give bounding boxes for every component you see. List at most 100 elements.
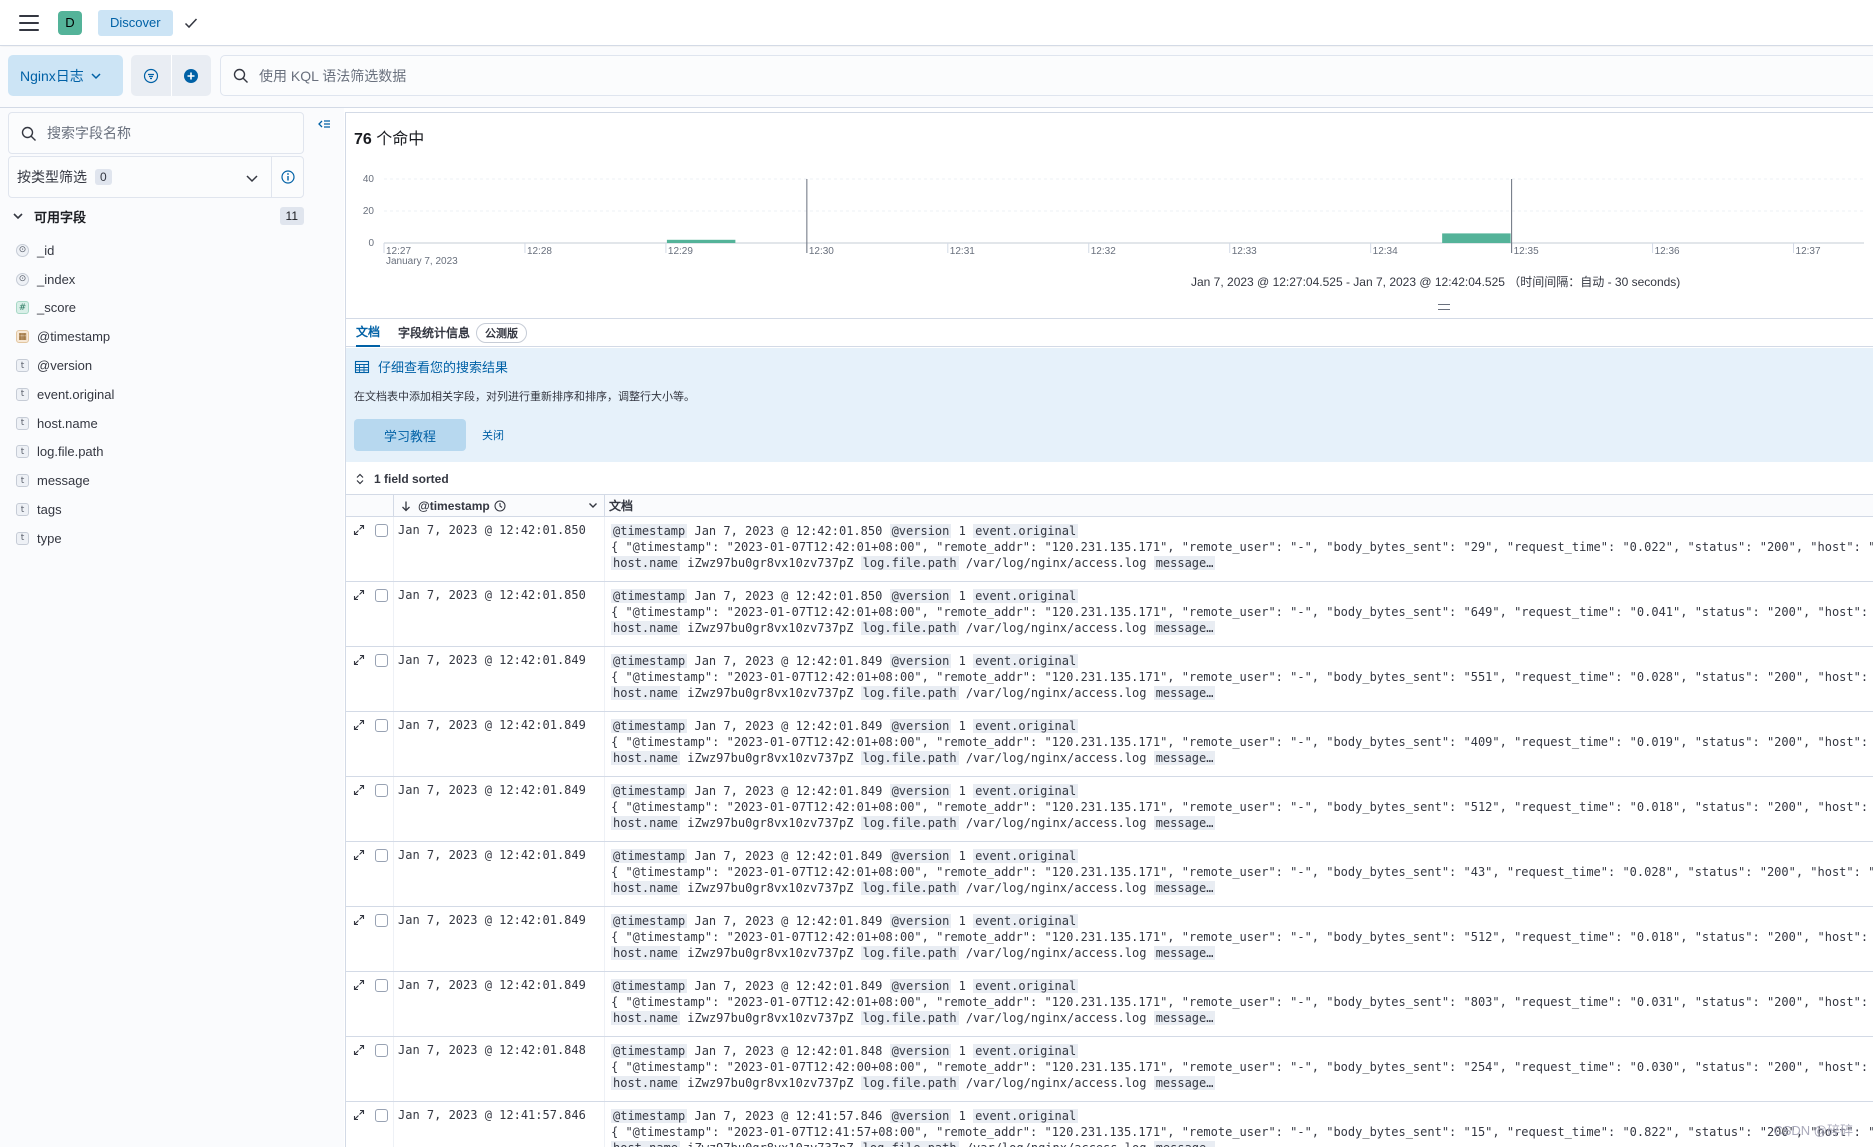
table-row[interactable]: Jan 7, 2023 @ 12:42:01.849 @timestamp Jan… xyxy=(346,842,1873,907)
field-value: /var/log/nginx/access.log xyxy=(965,1076,1147,1091)
expand-icon[interactable] xyxy=(353,1044,365,1056)
histogram-chart[interactable]: 4020012:27 12:28 12:29 12:30 12:31 12:32 12:33… xyxy=(346,153,1873,293)
row-checkbox[interactable] xyxy=(375,524,388,537)
field-item[interactable]: t host.name xyxy=(16,409,306,438)
row-timestamp: Jan 7, 2023 @ 12:42:01.848 xyxy=(394,1037,605,1101)
field-value: Jan 7, 2023 @ 12:42:01.849 xyxy=(694,979,883,993)
field-key: @version xyxy=(889,784,952,798)
chevron-down-icon[interactable] xyxy=(588,500,598,510)
field-key: host.name xyxy=(611,816,681,831)
field-key: host.name xyxy=(611,621,681,636)
row-checkbox[interactable] xyxy=(375,914,388,927)
column-header-timestamp[interactable]: @timestamp xyxy=(394,495,605,516)
column-header-document[interactable]: 文档 xyxy=(605,495,1873,516)
table-row[interactable]: Jan 7, 2023 @ 12:42:01.848 @timestamp Jan… xyxy=(346,1037,1873,1102)
field-item[interactable]: ⊙ _index xyxy=(16,265,306,294)
row-checkbox[interactable] xyxy=(375,979,388,992)
breadcrumb-discover[interactable]: Discover xyxy=(98,9,173,36)
row-checkbox[interactable] xyxy=(375,849,388,862)
field-value: { "@timestamp": "2023-01-07T12:42:01+08:… xyxy=(611,800,1873,815)
field-item[interactable]: t @version xyxy=(16,351,306,380)
table-row[interactable]: Jan 7, 2023 @ 12:42:01.849 @timestamp Jan… xyxy=(346,647,1873,712)
field-key: log.file.path xyxy=(860,881,959,896)
field-value: Jan 7, 2023 @ 12:42:01.849 xyxy=(694,654,883,668)
field-value: iZwz97bu0gr8vx10zv737pZ xyxy=(687,816,854,831)
field-value: iZwz97bu0gr8vx10zv737pZ xyxy=(687,1141,853,1147)
field-value: iZwz97bu0gr8vx10zv737pZ xyxy=(687,881,854,896)
expand-icon[interactable] xyxy=(353,524,365,536)
field-item[interactable]: t type xyxy=(16,524,306,553)
field-key: @version xyxy=(889,914,952,928)
field-search-input[interactable]: 搜索字段名称 xyxy=(8,112,304,154)
add-filter-button[interactable] xyxy=(170,55,212,96)
field-item[interactable]: ▦ @timestamp xyxy=(16,322,306,351)
table-row[interactable]: Jan 7, 2023 @ 12:42:01.849 @timestamp Jan… xyxy=(346,777,1873,842)
filter-menu-button[interactable] xyxy=(131,55,171,96)
field-value: 1 xyxy=(958,914,966,928)
x-tick-label: 12:33 xyxy=(1232,246,1257,257)
field-value: { "@timestamp": "2023-01-07T12:42:01+08:… xyxy=(611,540,1873,555)
info-button[interactable] xyxy=(271,157,303,197)
row-controls xyxy=(346,907,394,971)
field-item[interactable]: t event.original xyxy=(16,380,306,409)
row-checkbox[interactable] xyxy=(375,719,388,732)
expand-icon[interactable] xyxy=(353,849,365,861)
space-avatar[interactable]: D xyxy=(58,10,82,35)
row-checkbox[interactable] xyxy=(375,784,388,797)
field-key: message… xyxy=(1153,1011,1216,1026)
field-value: 1 xyxy=(958,654,966,668)
field-key: event.original xyxy=(973,524,1079,538)
table-row[interactable]: Jan 7, 2023 @ 12:42:01.850 @timestamp Jan… xyxy=(346,517,1873,582)
field-value: 1 xyxy=(958,1109,966,1123)
text-type-icon: t xyxy=(16,416,29,430)
expand-icon[interactable] xyxy=(353,719,365,731)
row-checkbox[interactable] xyxy=(375,1109,388,1122)
close-callout-link[interactable]: 关闭 xyxy=(482,427,504,443)
table-row[interactable]: Jan 7, 2023 @ 12:42:01.850 @timestamp Jan… xyxy=(346,582,1873,647)
table-row[interactable]: Jan 7, 2023 @ 12:42:01.849 @timestamp Jan… xyxy=(346,972,1873,1037)
table-row[interactable]: Jan 7, 2023 @ 12:41:57.846 @timestamp Jan… xyxy=(346,1102,1873,1147)
row-timestamp: Jan 7, 2023 @ 12:41:57.846 xyxy=(394,1102,605,1147)
field-item[interactable]: ⊙ _id xyxy=(16,236,306,265)
sort-icon xyxy=(356,473,364,485)
tab-documents[interactable]: 文档 xyxy=(356,319,381,347)
expand-icon[interactable] xyxy=(353,914,365,926)
expand-icon[interactable] xyxy=(353,589,365,601)
kql-search-input[interactable]: 使用 KQL 语法筛选数据 xyxy=(220,55,1873,96)
documents-grid: @timestamp 文档 Jan 7, 2023 @ 12:42:01.850… xyxy=(346,494,1873,1147)
field-key: event.original xyxy=(973,654,1079,668)
resize-handle[interactable] xyxy=(1438,304,1450,310)
type-filter-button[interactable]: 按类型筛选 0 xyxy=(8,156,304,198)
expand-icon[interactable] xyxy=(353,654,365,666)
field-key: @timestamp xyxy=(611,979,688,993)
learn-tutorial-button[interactable]: 学习教程 xyxy=(354,419,466,451)
table-row[interactable]: Jan 7, 2023 @ 12:42:01.849 @timestamp Jan… xyxy=(346,712,1873,777)
field-value: iZwz97bu0gr8vx10zv737pZ xyxy=(687,1011,854,1026)
tab-field-statistics[interactable]: 字段统计信息 xyxy=(398,319,470,347)
field-value: Jan 7, 2023 @ 12:42:01.849 xyxy=(694,784,883,798)
sort-indicator[interactable]: 1 field sorted xyxy=(346,467,1873,491)
field-item[interactable]: # _score xyxy=(16,294,306,323)
expand-icon[interactable] xyxy=(353,1109,365,1121)
date-type-icon: ▦ xyxy=(16,330,29,344)
row-document: @timestamp Jan 7, 2023 @ 12:42:01.850 @v… xyxy=(605,582,1873,646)
expand-icon[interactable] xyxy=(353,784,365,796)
row-checkbox[interactable] xyxy=(375,1044,388,1057)
field-item[interactable]: t message xyxy=(16,466,306,495)
row-document: @timestamp Jan 7, 2023 @ 12:42:01.849 @v… xyxy=(605,647,1873,711)
hits-count: 76 xyxy=(354,131,372,148)
text-type-icon: t xyxy=(16,503,29,517)
x-tick-label: 12:34 xyxy=(1373,246,1398,257)
expand-icon[interactable] xyxy=(353,979,365,991)
field-item[interactable]: t tags xyxy=(16,495,306,524)
menu-icon[interactable] xyxy=(19,14,39,31)
row-checkbox[interactable] xyxy=(375,654,388,667)
field-key: log.file.path xyxy=(860,1141,959,1147)
field-item[interactable]: t log.file.path xyxy=(16,438,306,467)
row-checkbox[interactable] xyxy=(375,589,388,602)
field-value: /var/log/nginx/access.log xyxy=(965,751,1147,766)
collapse-sidebar-icon[interactable] xyxy=(315,116,333,134)
data-view-picker[interactable]: Nginx日志 xyxy=(8,55,123,96)
available-fields-toggle[interactable]: 可用字段 11 xyxy=(12,204,304,228)
table-row[interactable]: Jan 7, 2023 @ 12:42:01.849 @timestamp Jan… xyxy=(346,907,1873,972)
